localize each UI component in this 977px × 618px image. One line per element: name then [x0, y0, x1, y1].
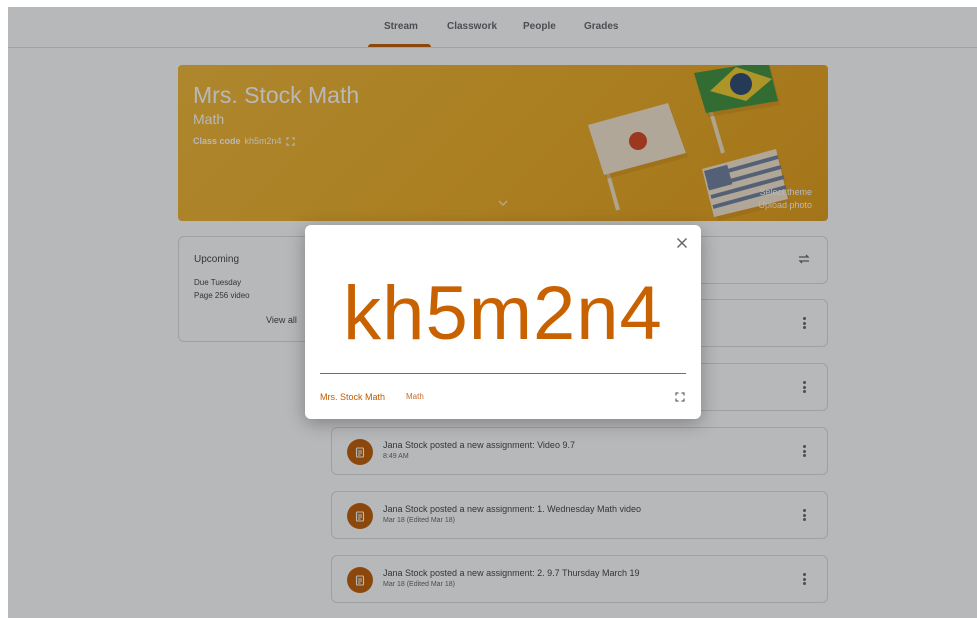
- fullscreen-icon[interactable]: [675, 392, 685, 402]
- class-code-large: kh5m2n4: [343, 271, 663, 356]
- dialog-class-name: Mrs. Stock Math: [320, 392, 386, 402]
- app-frame: Stream Classwork People Grades Mrs. Stoc…: [8, 7, 977, 618]
- divider: [320, 373, 686, 374]
- dialog-subject: Math: [406, 392, 424, 401]
- class-code-dialog: kh5m2n4 Mrs. Stock Math Math: [305, 225, 701, 419]
- close-icon[interactable]: [675, 236, 689, 250]
